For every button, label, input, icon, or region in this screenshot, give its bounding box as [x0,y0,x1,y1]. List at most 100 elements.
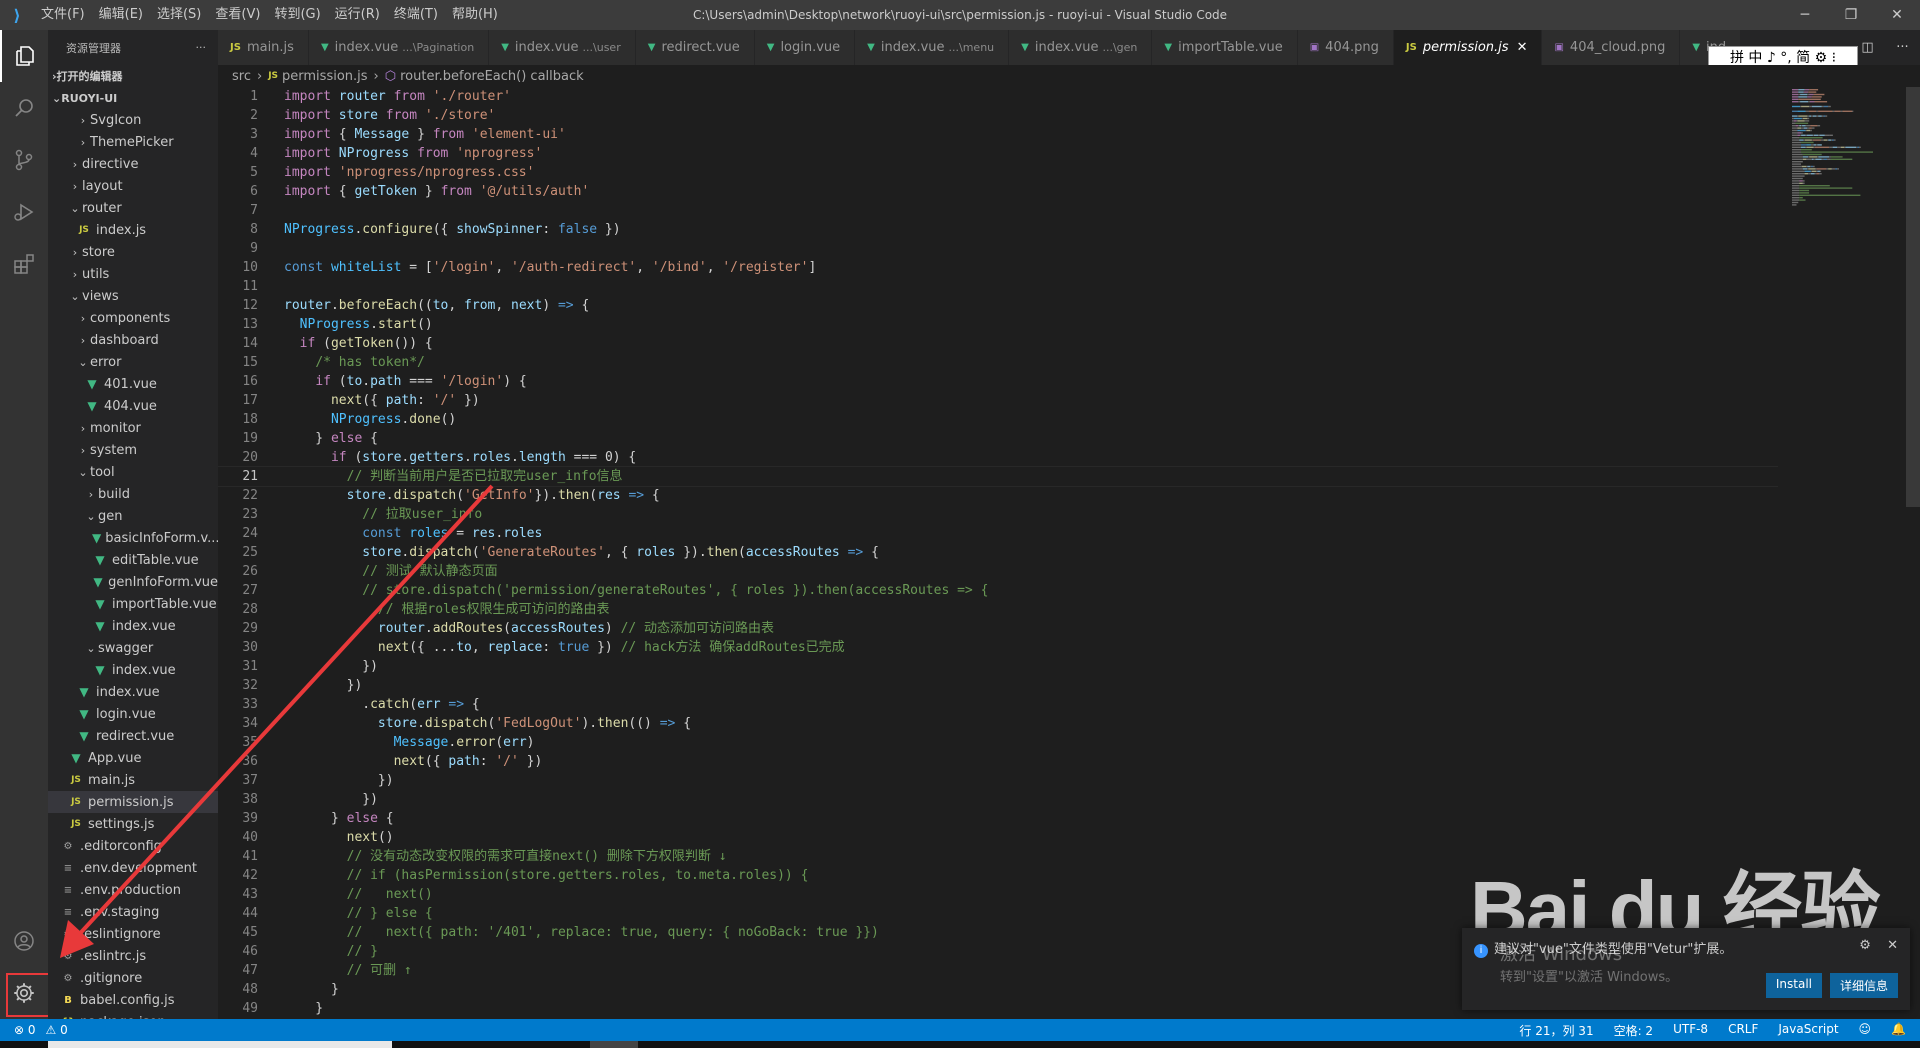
tree-folder[interactable]: › directive [48,153,218,175]
menu-item[interactable]: 运行(R) [328,0,387,30]
close-window-button[interactable]: ✕ [1874,0,1920,30]
tree-file[interactable]: Bbabel.config.js [48,989,218,1011]
tree-folder[interactable]: › utils [48,263,218,285]
tree-folder[interactable]: › monitor [48,417,218,439]
code-editor[interactable]: 1 import router from './router' 2 import st… [218,87,1778,1019]
breadcrumb-symbol[interactable]: router.beforeEach() callback [400,69,584,84]
tree-file[interactable]: ▼ editTable.vue [48,549,218,571]
tree-file[interactable]: JS main.js [48,769,218,791]
minimize-button[interactable]: ─ [1782,0,1828,30]
tree-file[interactable]: ≡ .env.development [48,857,218,879]
tree-folder[interactable]: ⌄ views [48,285,218,307]
tree-folder[interactable]: › build [48,483,218,505]
menu-item[interactable]: 编辑(E) [92,0,150,30]
editor-tab[interactable]: JS main.js [218,30,309,65]
bell-icon[interactable]: 🔔 [1891,1022,1906,1039]
tree-file[interactable]: ▼ 401.vue [48,373,218,395]
tree-folder[interactable]: › store [48,241,218,263]
tree-file[interactable]: ⚙ .gitignore [48,967,218,989]
open-editors-section[interactable]: › 打开的编辑器 [48,65,218,87]
tree-folder[interactable]: › SvgIcon [48,109,218,131]
tree-folder[interactable]: › system [48,439,218,461]
tree-file[interactable]: ≡ .env.staging [48,901,218,923]
cursor-position[interactable]: 行 21，列 31 [1519,1022,1593,1039]
tree-file[interactable]: ▼ index.vue [48,659,218,681]
tree-file[interactable]: ▼ genInfoForm.vue [48,571,218,593]
tree-file[interactable]: ▼ index.vue [48,615,218,637]
tree-file[interactable]: ▼ 404.vue [48,395,218,417]
editor-tab[interactable]: ▼ index.vue ...\user [489,30,636,65]
language-mode[interactable]: JavaScript [1778,1022,1838,1039]
code-line: 16 if (to.path === '/login') { [218,372,1778,391]
feedback-icon[interactable]: ☺ [1859,1022,1872,1039]
editor-tab[interactable]: JS permission.js ✕ [1393,30,1543,65]
explorer-button[interactable] [0,30,48,82]
editor-tab[interactable]: ▣ 404.png [1297,30,1394,65]
editor-tab[interactable]: ▼ redirect.vue [635,30,755,65]
indentation[interactable]: 空格: 2 [1614,1022,1654,1039]
editor-tab[interactable]: ▼ index.vue ...\menu [855,30,1010,65]
encoding[interactable]: UTF-8 [1673,1022,1708,1039]
tree-folder[interactable]: ⌄ error [48,351,218,373]
tree-file[interactable]: ▼ basicInfoForm.v... [48,527,218,549]
tree-folder[interactable]: ⌄ router [48,197,218,219]
manage-button[interactable] [0,967,50,1019]
tree-file[interactable]: ▼ login.vue [48,703,218,725]
tree-file[interactable]: JS permission.js [48,791,218,813]
tree-folder[interactable]: ⌄ swagger [48,637,218,659]
tree-file[interactable]: ▼ redirect.vue [48,725,218,747]
tree-file[interactable]: ≡ .env.production [48,879,218,901]
editor-tab[interactable]: ▣ 404_cloud.png [1542,30,1681,65]
tree-folder[interactable]: ⌄ gen [48,505,218,527]
editor-tab[interactable]: ▼ index.vue ...\Pagination [308,30,490,65]
line-ending[interactable]: CRLF [1728,1022,1758,1039]
menu-item[interactable]: 文件(F) [34,0,92,30]
close-tab-icon[interactable]: ✕ [1517,40,1528,55]
tree-file[interactable]: ⚙ .eslintignore [48,923,218,945]
tree-file[interactable]: JS settings.js [48,813,218,835]
source-control-button[interactable] [0,134,48,186]
split-editor-icon[interactable]: ◫ [1861,40,1873,55]
project-section[interactable]: ⌄ RUOYI-UI [48,87,218,109]
menu-item[interactable]: 转到(G) [267,0,327,30]
editor-tab[interactable]: ▼ importTable.vue [1152,30,1298,65]
tree-file[interactable]: {}package.json [48,1011,218,1020]
tree-file[interactable]: ▼ index.vue [48,681,218,703]
menu-item[interactable]: 帮助(H) [445,0,505,30]
tree-folder[interactable]: ⌄ tool [48,461,218,483]
tree-folder[interactable]: › ThemePicker [48,131,218,153]
tree-file[interactable]: ▼ App.vue [48,747,218,769]
details-button[interactable]: 详细信息 [1829,973,1898,998]
warnings-count[interactable]: ⚠ 0 [46,1023,68,1037]
menu-item[interactable]: 选择(S) [150,0,208,30]
menu-item[interactable]: 查看(V) [208,0,267,30]
more-actions-button[interactable]: ··· [196,41,207,54]
tree-file[interactable]: JS index.js [48,219,218,241]
notification-gear-icon[interactable]: ⚙ [1859,938,1871,953]
tree-file[interactable]: ⚙ .editorconfig [48,835,218,857]
breadcrumb-file[interactable]: permission.js [282,69,368,84]
search-button[interactable] [0,82,48,134]
editor-tab[interactable]: ▼ login.vue [754,30,856,65]
editor-tab[interactable]: ▼ index.vue ...\gen [1009,30,1153,65]
tree-folder[interactable]: › components [48,307,218,329]
tree-folder[interactable]: › dashboard [48,329,218,351]
tree-folder[interactable]: › layout [48,175,218,197]
more-actions-icon[interactable]: ··· [1896,40,1908,55]
notification-close-icon[interactable]: ✕ [1887,938,1898,953]
code-token: ) [526,735,535,750]
extensions-button[interactable] [0,238,48,290]
tree-file[interactable]: ▼ importTable.vue [48,593,218,615]
accounts-button[interactable] [0,915,48,967]
run-debug-button[interactable] [0,186,48,238]
info-icon: i [1474,944,1488,958]
scrollbar-thumb[interactable] [1906,87,1920,507]
editor-scrollbar[interactable] [1906,87,1920,1019]
tree-file[interactable]: ⚙ .eslintrc.js [48,945,218,967]
breadcrumb-src[interactable]: src [232,69,251,84]
maximize-button[interactable]: ❐ [1828,0,1874,30]
minimap[interactable] [1790,87,1910,217]
errors-count[interactable]: ⊗ 0 [14,1023,36,1037]
install-button[interactable]: Install [1765,973,1822,998]
menu-item[interactable]: 终端(T) [387,0,445,30]
